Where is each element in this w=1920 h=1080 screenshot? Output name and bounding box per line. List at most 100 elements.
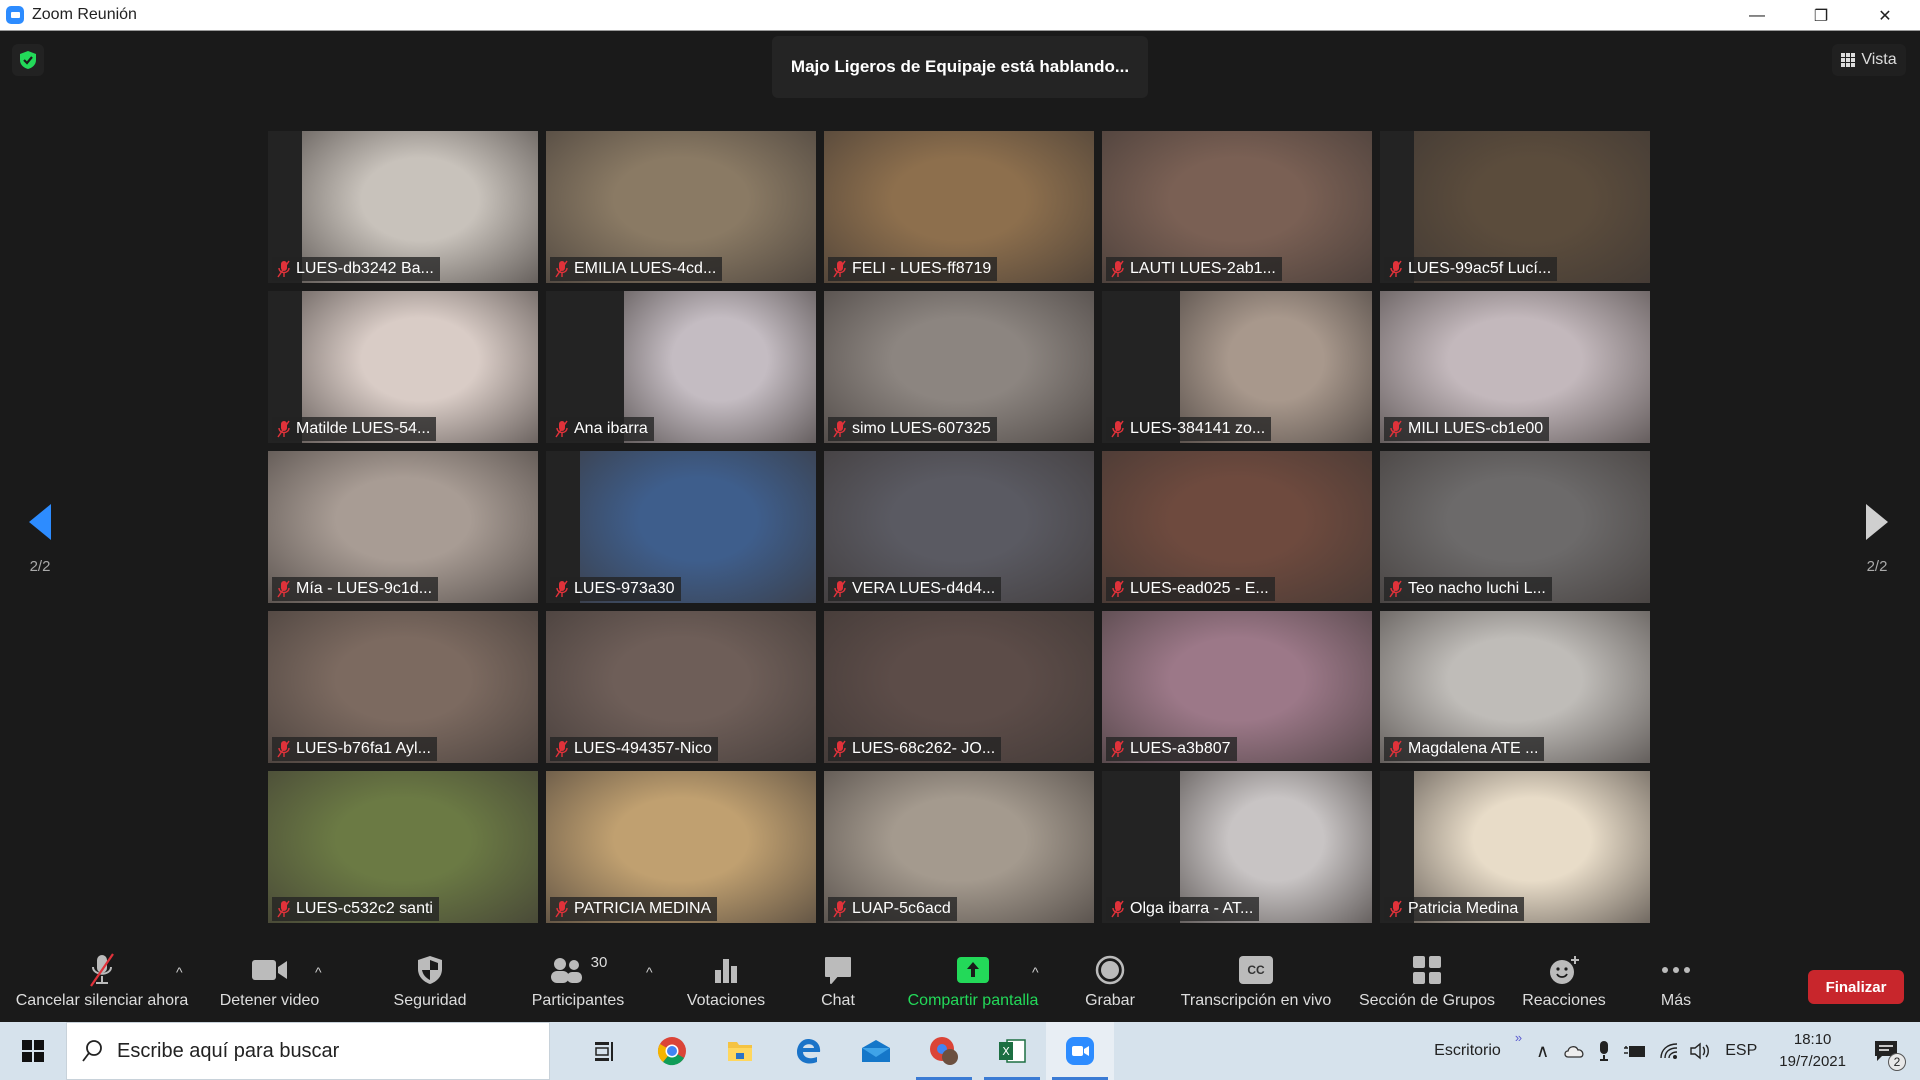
- taskbar-edge[interactable]: [774, 1022, 842, 1080]
- wifi-icon[interactable]: [1659, 1042, 1679, 1060]
- taskbar-file-explorer[interactable]: [706, 1022, 774, 1080]
- participant-tile[interactable]: LUES-973a30: [546, 451, 816, 603]
- taskbar-search-box[interactable]: Escribe aquí para buscar: [66, 1022, 550, 1080]
- participant-tile[interactable]: LUES-384141 zo...: [1102, 291, 1372, 443]
- microphone-muted-icon: [1389, 740, 1402, 758]
- taskbar-excel[interactable]: X: [978, 1022, 1046, 1080]
- participant-tile[interactable]: Teo nacho luchi L...: [1380, 451, 1650, 603]
- participant-tile[interactable]: LUAP-5c6acd: [824, 771, 1094, 923]
- participant-tile[interactable]: LUES-b76fa1 Ayl...: [268, 611, 538, 763]
- participant-nameplate: VERA LUES-d4d4...: [828, 577, 1002, 601]
- microphone-muted-icon: [555, 260, 568, 278]
- participant-tile[interactable]: LUES-494357-Nico: [546, 611, 816, 763]
- participant-name: LUES-68c262- JO...: [852, 740, 996, 757]
- microphone-muted-icon: [1111, 740, 1124, 758]
- record-button[interactable]: Grabar: [1070, 952, 1150, 1016]
- breakout-rooms-button[interactable]: Sección de Grupos: [1352, 952, 1502, 1016]
- next-page-button[interactable]: 2/2: [1857, 502, 1897, 575]
- svg-text:X: X: [1002, 1045, 1010, 1058]
- participant-name: LUES-a3b807: [1130, 740, 1231, 757]
- meeting-area: Majo Ligeros de Equipaje está hablando..…: [0, 32, 1920, 1022]
- minimize-button[interactable]: —: [1726, 0, 1788, 31]
- participant-tile[interactable]: MILI LUES-cb1e00: [1380, 291, 1650, 443]
- security-shield-icon: [418, 956, 442, 984]
- chat-button[interactable]: Chat: [800, 952, 876, 1016]
- start-button[interactable]: [0, 1022, 66, 1080]
- security-button[interactable]: Seguridad: [380, 952, 480, 1016]
- toolbar-overflow-icon[interactable]: »: [1515, 1030, 1522, 1045]
- more-dots-icon: [1662, 967, 1690, 973]
- participant-tile[interactable]: LUES-a3b807: [1102, 611, 1372, 763]
- end-meeting-button[interactable]: Finalizar: [1808, 970, 1904, 1004]
- reactions-button[interactable]: Reacciones: [1514, 952, 1614, 1016]
- participant-tile[interactable]: LAUTI LUES-2ab1...: [1102, 131, 1372, 283]
- participant-name: Magdalena ATE ...: [1408, 740, 1539, 757]
- participants-options-caret[interactable]: ^: [646, 964, 653, 980]
- taskbar-chrome[interactable]: [638, 1022, 706, 1080]
- share-screen-button[interactable]: Compartir pantalla: [900, 952, 1046, 1016]
- participant-tile[interactable]: Mía - LUES-9c1d...: [268, 451, 538, 603]
- participant-nameplate: Patricia Medina: [1384, 897, 1525, 921]
- stop-video-button[interactable]: Detener video: [212, 952, 327, 1016]
- taskbar-zoom[interactable]: [1046, 1022, 1114, 1080]
- participant-name: LUES-db3242 Ba...: [296, 260, 434, 277]
- close-button[interactable]: ✕: [1854, 0, 1916, 31]
- participant-nameplate: MILI LUES-cb1e00: [1384, 417, 1550, 441]
- clock[interactable]: 18:10 19/7/2021: [1779, 1029, 1846, 1073]
- participant-tile[interactable]: LUES-ead025 - E...: [1102, 451, 1372, 603]
- desktop-toolbar-label[interactable]: Escritorio: [1434, 1042, 1501, 1060]
- participant-tile[interactable]: VERA LUES-d4d4...: [824, 451, 1094, 603]
- live-transcription-button[interactable]: CC Transcripción en vivo: [1170, 952, 1342, 1016]
- arrow-left-icon: [29, 504, 51, 540]
- task-view-button[interactable]: [570, 1022, 638, 1080]
- participant-tile[interactable]: LUES-c532c2 santi: [268, 771, 538, 923]
- taskbar-chrome-profile[interactable]: [910, 1022, 978, 1080]
- participant-tile[interactable]: Patricia Medina: [1380, 771, 1650, 923]
- previous-page-button[interactable]: 2/2: [20, 502, 60, 575]
- microphone-muted-icon: [277, 900, 290, 918]
- participant-tile[interactable]: LUES-68c262- JO...: [824, 611, 1094, 763]
- show-hidden-icons-chevron-icon[interactable]: ∧: [1536, 1041, 1549, 1062]
- participant-tile[interactable]: Ana ibarra: [546, 291, 816, 443]
- participants-label: Participantes: [531, 992, 625, 1009]
- battery-charging-icon[interactable]: [1623, 1043, 1647, 1059]
- security-status-button[interactable]: [12, 44, 44, 76]
- participant-tile[interactable]: Magdalena ATE ...: [1380, 611, 1650, 763]
- zoom-app-icon: [6, 6, 24, 24]
- volume-icon[interactable]: [1689, 1042, 1711, 1060]
- microphone-muted-icon: [833, 580, 846, 598]
- participant-tile[interactable]: Olga ibarra - AT...: [1102, 771, 1372, 923]
- participant-tile[interactable]: LUES-db3242 Ba...: [268, 131, 538, 283]
- window-titlebar: Zoom Reunión — ❐ ✕: [0, 0, 1920, 31]
- participant-tile[interactable]: EMILIA LUES-4cd...: [546, 131, 816, 283]
- polls-button[interactable]: Votaciones: [676, 952, 776, 1016]
- participant-nameplate: LUES-384141 zo...: [1106, 417, 1272, 441]
- video-camera-icon: [251, 960, 287, 980]
- participants-button[interactable]: 30 Participantes: [524, 952, 632, 1016]
- taskbar-mail[interactable]: [842, 1022, 910, 1080]
- more-label: Más: [1660, 992, 1692, 1009]
- restore-button[interactable]: ❐: [1790, 0, 1852, 31]
- participant-tile[interactable]: LUES-99ac5f Lucí...: [1380, 131, 1650, 283]
- action-center-button[interactable]: 2: [1864, 1031, 1908, 1071]
- task-view-icon: [595, 1042, 613, 1061]
- participant-name: Mía - LUES-9c1d...: [296, 580, 433, 597]
- participant-name: Patricia Medina: [1408, 900, 1519, 917]
- audio-options-caret[interactable]: ^: [176, 964, 183, 980]
- participant-tile[interactable]: simo LUES-607325: [824, 291, 1094, 443]
- microphone-muted-icon: [1389, 260, 1402, 278]
- input-language[interactable]: ESP: [1725, 1042, 1757, 1060]
- participant-tile[interactable]: PATRICIA MEDINA: [546, 771, 816, 923]
- chrome-icon: [657, 1037, 686, 1066]
- notification-count-badge: 2: [1888, 1053, 1906, 1071]
- video-options-caret[interactable]: ^: [315, 964, 322, 980]
- participant-tile[interactable]: Matilde LUES-54...: [268, 291, 538, 443]
- view-button[interactable]: Vista: [1832, 44, 1906, 76]
- unmute-button[interactable]: Cancelar silenciar ahora: [12, 952, 192, 1016]
- share-options-caret[interactable]: ^: [1032, 964, 1039, 980]
- more-button[interactable]: Más: [1636, 952, 1716, 1016]
- edge-icon: [797, 1039, 821, 1064]
- onedrive-cloud-icon[interactable]: [1563, 1043, 1585, 1059]
- participant-tile[interactable]: FELI - LUES-ff8719: [824, 131, 1094, 283]
- microphone-tray-icon[interactable]: [1597, 1040, 1611, 1062]
